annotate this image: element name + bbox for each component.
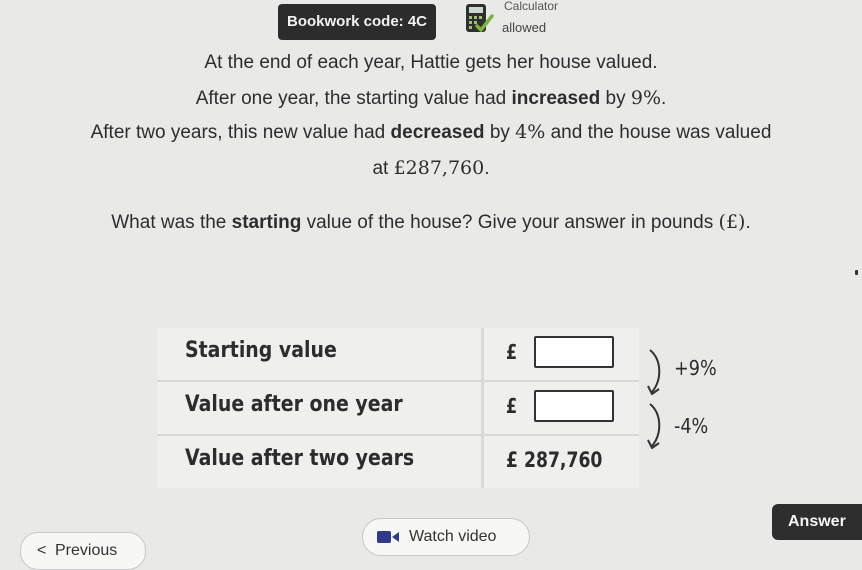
table-row: Value after two years £ 287,760 — [157, 436, 639, 488]
table-row: Value after one year £ — [157, 382, 639, 434]
change-plus-9-percent: +9% — [674, 356, 717, 380]
increased-keyword: increased — [511, 88, 601, 109]
table-row: Starting value £ — [157, 328, 639, 380]
video-icon — [377, 531, 399, 543]
value-after-one-year-input[interactable] — [534, 390, 614, 422]
row-label-value-after-one-year: Value after one year — [185, 392, 403, 417]
calculator-title: Calculator — [504, 0, 559, 13]
bookwork-code-badge: Bookwork code: 4C — [278, 4, 436, 40]
curved-arrow-icon — [647, 349, 661, 395]
decrease-percent: 4% — [515, 121, 546, 143]
calculator-icon — [466, 4, 494, 32]
calculator-status: allowed — [502, 20, 547, 35]
question-line-2: After one year, the starting value had i… — [195, 87, 667, 109]
pound-sign: £ — [506, 340, 518, 364]
final-house-value: £287,760 — [393, 157, 485, 179]
value-cell: £ 287,760 — [481, 436, 642, 488]
question-ask: What was the starting value of the house… — [111, 211, 751, 233]
curved-arrow-icon — [647, 403, 661, 449]
question-line-3: After two years, this new value had decr… — [90, 121, 772, 143]
row-label-value-after-two-years: Value after two years — [185, 446, 415, 471]
previous-button[interactable]: < Previous — [20, 532, 146, 570]
speck-mark — [855, 270, 858, 275]
starting-keyword: starting — [231, 212, 302, 233]
value-table: Starting value £ Value after one year £ … — [157, 328, 639, 488]
starting-value-input[interactable] — [534, 336, 614, 368]
decreased-keyword: decreased — [390, 122, 485, 143]
answer-button[interactable]: Answer — [772, 504, 862, 540]
value-cell: £ — [481, 382, 642, 434]
change-minus-4-percent: -4% — [674, 414, 709, 438]
row-label-starting-value: Starting value — [185, 338, 337, 363]
unit-pounds: (£) — [718, 211, 746, 233]
chevron-left-icon: < — [37, 542, 47, 559]
question-line-4: at £287,760. — [372, 157, 490, 179]
pound-sign: £ — [506, 394, 518, 418]
question-line-1: At the end of each year, Hattie gets her… — [204, 52, 658, 73]
increase-percent: 9% — [630, 87, 662, 109]
value-after-two-years: £ 287,760 — [506, 448, 603, 472]
watch-video-button[interactable]: Watch video — [362, 518, 530, 556]
previous-label: Previous — [55, 542, 118, 559]
watch-video-label: Watch video — [409, 528, 497, 545]
value-cell: £ — [481, 328, 642, 380]
